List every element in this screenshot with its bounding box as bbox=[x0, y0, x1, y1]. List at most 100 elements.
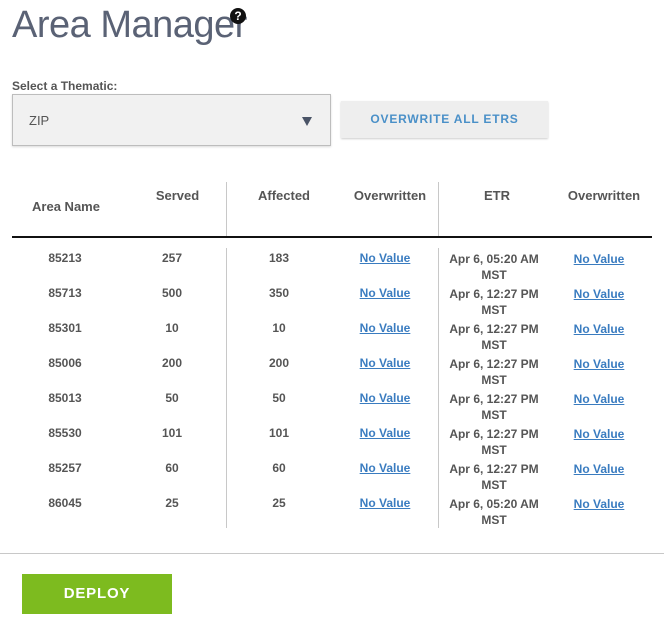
cell-served: 200 bbox=[161, 356, 183, 370]
deploy-button[interactable]: DEPLOY bbox=[22, 574, 172, 614]
cell-etr-overwritten-link[interactable]: No Value bbox=[560, 497, 638, 511]
table-header-divider bbox=[12, 236, 652, 238]
cell-served: 10 bbox=[165, 321, 179, 335]
no-value-link[interactable]: No Value bbox=[360, 356, 411, 370]
cell-etr-overwritten-link[interactable]: No Value bbox=[560, 462, 638, 476]
column-header-area-name: Area Name bbox=[32, 199, 100, 214]
cell-affected: 25 bbox=[272, 496, 286, 510]
cell-overwritten-link[interactable]: No Value bbox=[346, 321, 424, 335]
table-row: 85213 257 183 No Value Apr 6, 05:20 AM MST No … bbox=[0, 251, 664, 286]
etr-timezone: MST bbox=[481, 373, 507, 387]
cell-area-name: 85013 bbox=[48, 391, 82, 405]
no-value-link[interactable]: No Value bbox=[574, 357, 625, 371]
cell-affected: 50 bbox=[272, 391, 286, 405]
etr-time: Apr 6, 12:27 PM bbox=[449, 462, 539, 476]
etr-time: Apr 6, 05:20 AM bbox=[449, 497, 539, 511]
cell-etr-overwritten-link[interactable]: No Value bbox=[560, 287, 638, 301]
cell-affected: 200 bbox=[268, 356, 290, 370]
column-divider bbox=[438, 182, 439, 236]
no-value-link[interactable]: No Value bbox=[360, 461, 411, 475]
cell-area-name: 86045 bbox=[48, 496, 82, 510]
overwrite-all-etrs-button[interactable]: OVERWRITE ALL ETRS bbox=[341, 101, 548, 138]
cell-overwritten-link[interactable]: No Value bbox=[346, 461, 424, 475]
column-header-etr-overwritten: Overwritten bbox=[567, 188, 641, 203]
thematic-label: Select a Thematic: bbox=[12, 79, 118, 93]
help-icon[interactable]: ? bbox=[230, 8, 246, 24]
cell-served: 60 bbox=[165, 461, 179, 475]
cell-served: 25 bbox=[165, 496, 179, 510]
no-value-link[interactable]: No Value bbox=[574, 497, 625, 511]
no-value-link[interactable]: No Value bbox=[360, 426, 411, 440]
no-value-link[interactable]: No Value bbox=[574, 287, 625, 301]
no-value-link[interactable]: No Value bbox=[360, 286, 411, 300]
cell-etr: Apr 6, 05:20 AM MST bbox=[444, 251, 544, 283]
cell-etr: Apr 6, 12:27 PM MST bbox=[444, 321, 544, 353]
caret-down-icon bbox=[302, 117, 312, 126]
etr-time: Apr 6, 12:27 PM bbox=[449, 427, 539, 441]
table-row: 86045 25 25 No Value Apr 6, 05:20 AM MST No Va… bbox=[0, 496, 664, 531]
cell-etr-overwritten-link[interactable]: No Value bbox=[560, 392, 638, 406]
footer-divider bbox=[0, 553, 664, 554]
column-divider bbox=[226, 182, 227, 236]
no-value-link[interactable]: No Value bbox=[574, 252, 625, 266]
no-value-link[interactable]: No Value bbox=[574, 392, 625, 406]
cell-affected: 183 bbox=[268, 251, 290, 265]
table-row: 85713 500 350 No Value Apr 6, 12:27 PM MST No … bbox=[0, 286, 664, 321]
cell-area-name: 85301 bbox=[48, 321, 82, 335]
cell-overwritten-link[interactable]: No Value bbox=[346, 391, 424, 405]
no-value-link[interactable]: No Value bbox=[360, 321, 411, 335]
cell-served: 500 bbox=[161, 286, 183, 300]
column-header-etr: ETR bbox=[484, 188, 510, 203]
etr-timezone: MST bbox=[481, 338, 507, 352]
cell-overwritten-link[interactable]: No Value bbox=[346, 286, 424, 300]
cell-etr: Apr 6, 12:27 PM MST bbox=[444, 461, 544, 493]
cell-overwritten-link[interactable]: No Value bbox=[346, 356, 424, 370]
cell-etr-overwritten-link[interactable]: No Value bbox=[560, 357, 638, 371]
cell-overwritten-link[interactable]: No Value bbox=[346, 426, 424, 440]
cell-served: 101 bbox=[161, 426, 183, 440]
cell-area-name: 85257 bbox=[48, 461, 82, 475]
cell-etr: Apr 6, 12:27 PM MST bbox=[444, 286, 544, 318]
column-header-served: Served bbox=[155, 188, 200, 203]
etr-time: Apr 6, 12:27 PM bbox=[449, 392, 539, 406]
etr-timezone: MST bbox=[481, 443, 507, 457]
table-row: 85301 10 10 No Value Apr 6, 12:27 PM MST No Va… bbox=[0, 321, 664, 356]
cell-area-name: 85713 bbox=[48, 286, 82, 300]
etr-time: Apr 6, 12:27 PM bbox=[449, 287, 539, 301]
cell-area-name: 85213 bbox=[48, 251, 82, 265]
cell-etr: Apr 6, 05:20 AM MST bbox=[444, 496, 544, 528]
etr-timezone: MST bbox=[481, 513, 507, 527]
table-row: 85530 101 101 No Value Apr 6, 12:27 PM MST No … bbox=[0, 426, 664, 461]
cell-area-name: 85530 bbox=[48, 426, 82, 440]
cell-etr-overwritten-link[interactable]: No Value bbox=[560, 322, 638, 336]
column-header-overwritten: Overwritten bbox=[353, 188, 427, 203]
table-row: 85257 60 60 No Value Apr 6, 12:27 PM MST No Va… bbox=[0, 461, 664, 496]
etr-time: Apr 6, 05:20 AM bbox=[449, 252, 539, 266]
cell-etr: Apr 6, 12:27 PM MST bbox=[444, 426, 544, 458]
cell-affected: 350 bbox=[268, 286, 290, 300]
cell-etr-overwritten-link[interactable]: No Value bbox=[560, 252, 638, 266]
no-value-link[interactable]: No Value bbox=[360, 251, 411, 265]
no-value-link[interactable]: No Value bbox=[360, 391, 411, 405]
no-value-link[interactable]: No Value bbox=[574, 322, 625, 336]
etr-timezone: MST bbox=[481, 268, 507, 282]
thematic-select[interactable]: ZIP bbox=[12, 94, 331, 146]
etr-timezone: MST bbox=[481, 408, 507, 422]
etr-time: Apr 6, 12:27 PM bbox=[449, 357, 539, 371]
no-value-link[interactable]: No Value bbox=[360, 496, 411, 510]
etr-timezone: MST bbox=[481, 478, 507, 492]
table-row: 85006 200 200 No Value Apr 6, 12:27 PM MST No … bbox=[0, 356, 664, 391]
table-row: 85013 50 50 No Value Apr 6, 12:27 PM MST No Va… bbox=[0, 391, 664, 426]
thematic-select-value: ZIP bbox=[29, 113, 50, 128]
column-header-affected: Affected bbox=[257, 188, 310, 203]
cell-overwritten-link[interactable]: No Value bbox=[346, 251, 424, 265]
no-value-link[interactable]: No Value bbox=[574, 427, 625, 441]
cell-etr-overwritten-link[interactable]: No Value bbox=[560, 427, 638, 441]
etr-time: Apr 6, 12:27 PM bbox=[449, 322, 539, 336]
no-value-link[interactable]: No Value bbox=[574, 462, 625, 476]
cell-overwritten-link[interactable]: No Value bbox=[346, 496, 424, 510]
page-title: Area Manager bbox=[12, 4, 247, 46]
cell-affected: 60 bbox=[272, 461, 286, 475]
cell-area-name: 85006 bbox=[48, 356, 82, 370]
cell-affected: 10 bbox=[272, 321, 286, 335]
